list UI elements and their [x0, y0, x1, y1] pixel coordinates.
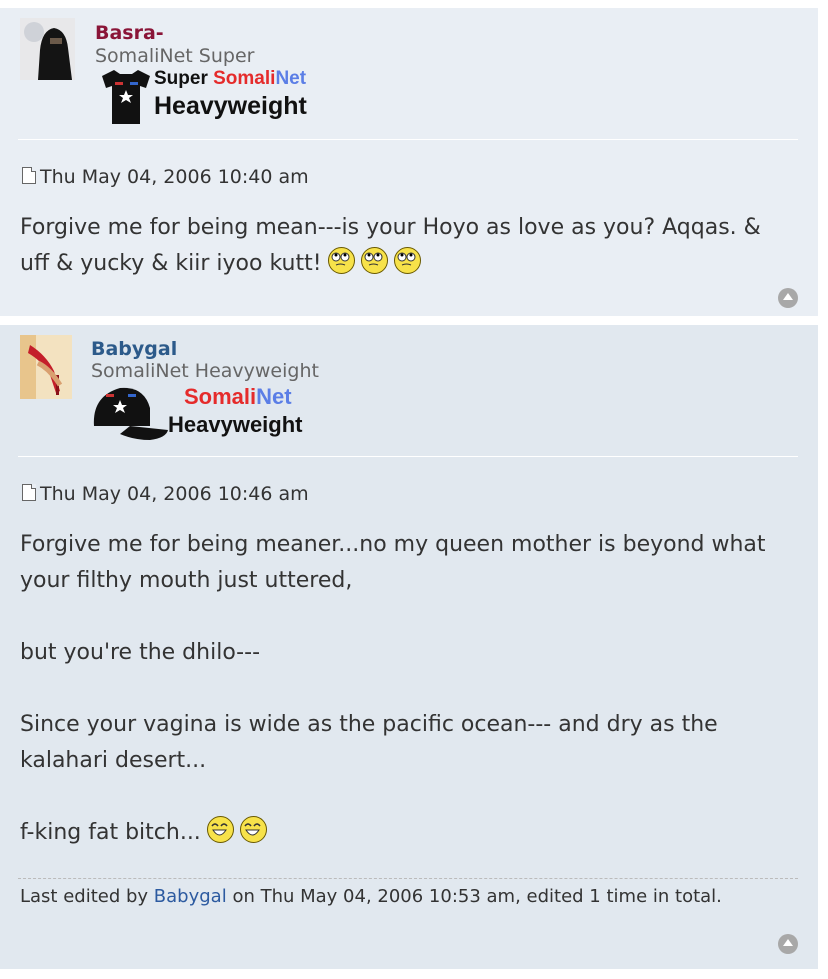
cap-icon [93, 387, 168, 440]
rank-image: Super SomaliNet Heavyweight [96, 68, 336, 126]
divider [18, 139, 798, 140]
rank-image-somali: Somali [213, 68, 276, 89]
rolleyes-icon [393, 247, 421, 274]
back-to-top-icon[interactable] [778, 288, 798, 308]
post-icon[interactable] [22, 167, 36, 184]
rank-image-heavyweight: Heavyweight [154, 92, 307, 120]
back-to-top-icon[interactable] [778, 934, 798, 954]
post-paragraph: but you're the dhilo--- [20, 640, 261, 665]
edit-divider [18, 878, 798, 879]
post-icon[interactable] [22, 484, 36, 501]
edit-notice: Last edited by Babygal on Thu May 04, 20… [20, 884, 780, 910]
post-content: Forgive me for being meaner...no my quee… [20, 527, 805, 851]
tshirt-icon [102, 70, 150, 124]
rank-image-super: Super [154, 68, 214, 89]
avatar[interactable] [20, 335, 72, 399]
post-timestamp: Thu May 04, 2006 10:40 am [40, 166, 309, 188]
edit-notice-prefix: Last edited by [20, 886, 154, 907]
post-paragraph: Since your vagina is wide as the pacific… [20, 712, 718, 773]
post-author[interactable]: Babygal [91, 338, 177, 360]
post-text-line: Forgive me for being mean---is your Hoyo… [20, 215, 761, 240]
rolleyes-icon [327, 247, 355, 274]
post-paragraph: f-king fat bitch... [20, 820, 201, 845]
divider [18, 456, 798, 457]
post-1: Basra- SomaliNet Super Super SomaliNet H… [0, 8, 818, 316]
rank-image-somali: Somali [184, 384, 257, 409]
post-time: Thu May 04, 2006 10:40 am [22, 166, 309, 188]
rank-title: SomaliNet Super [95, 45, 255, 67]
post-time: Thu May 04, 2006 10:46 am [22, 483, 309, 505]
post-author[interactable]: Basra- [95, 22, 164, 44]
rank-image-net: Net [256, 384, 292, 409]
avatar[interactable] [20, 18, 75, 80]
edit-notice-user-link[interactable]: Babygal [154, 886, 227, 907]
rolleyes-icon [360, 247, 388, 274]
post-paragraph: Forgive me for being meaner...no my quee… [20, 532, 766, 593]
laughing-icon [239, 816, 267, 843]
rank-image-heavyweight: Heavyweight [168, 412, 303, 437]
post-text-line: uff & yucky & kiir iyoo kutt! [20, 251, 322, 276]
post-2: Babygal SomaliNet Heavyweight SomaliNet … [0, 325, 818, 969]
rank-image-net: Net [275, 68, 307, 89]
edit-notice-suffix: on Thu May 04, 2006 10:53 am, edited 1 t… [226, 886, 722, 907]
rank-image: SomaliNet Heavyweight [90, 382, 330, 442]
post-timestamp: Thu May 04, 2006 10:46 am [40, 483, 309, 505]
rank-title: SomaliNet Heavyweight [91, 360, 319, 382]
post-content: Forgive me for being mean---is your Hoyo… [20, 210, 805, 282]
laughing-icon [206, 816, 234, 843]
